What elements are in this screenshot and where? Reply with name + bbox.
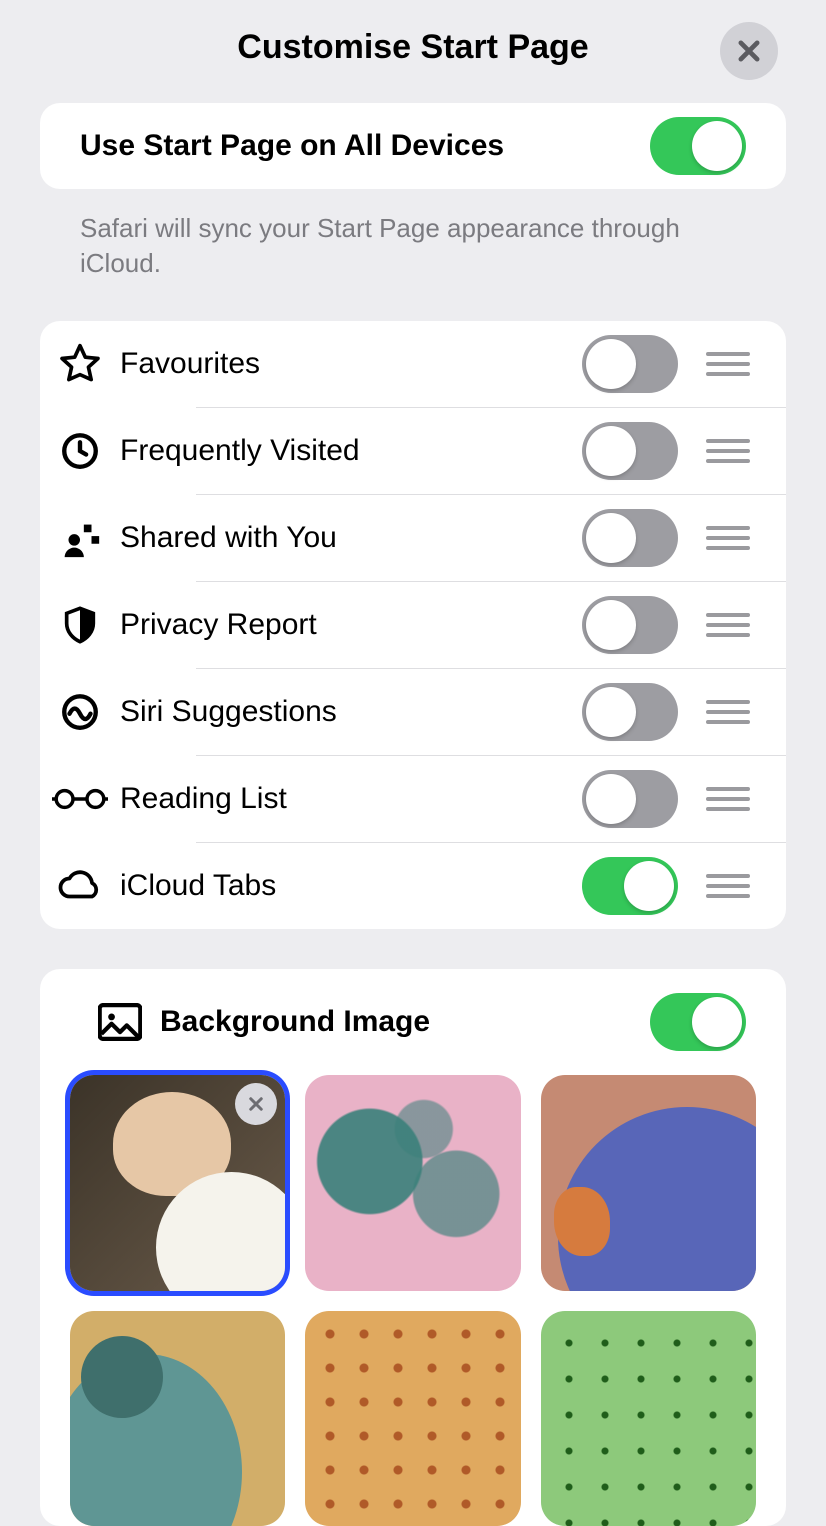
bg-thumb-dodo[interactable] (70, 1311, 285, 1526)
section-row-siri: Siri Suggestions (40, 669, 786, 755)
people-icon (40, 515, 120, 561)
bg-thumb-butterfly[interactable] (305, 1075, 520, 1290)
siri-toggle[interactable] (582, 683, 678, 741)
glasses-icon (40, 784, 120, 814)
shared-toggle[interactable] (582, 509, 678, 567)
background-toggle[interactable] (650, 993, 746, 1051)
section-label: Frequently Visited (120, 434, 582, 468)
reading-toggle[interactable] (582, 770, 678, 828)
image-icon (80, 1003, 160, 1041)
section-label: iCloud Tabs (120, 869, 582, 903)
drag-handle[interactable] (706, 700, 750, 724)
bg-thumb-user-photo[interactable] (70, 1075, 285, 1290)
section-label: Reading List (120, 782, 582, 816)
drag-handle[interactable] (706, 352, 750, 376)
section-label: Siri Suggestions (120, 695, 582, 729)
section-label: Privacy Report (120, 608, 582, 642)
section-row-icloud: iCloud Tabs (40, 843, 786, 929)
drag-handle[interactable] (706, 526, 750, 550)
section-row-shared: Shared with You (40, 495, 786, 581)
close-icon (247, 1095, 265, 1113)
section-label: Favourites (120, 347, 582, 381)
drag-handle[interactable] (706, 613, 750, 637)
page-title: Customise Start Page (237, 28, 588, 67)
star-icon (40, 342, 120, 386)
bg-thumb-green[interactable] (541, 1311, 756, 1526)
use-all-devices-label: Use Start Page on All Devices (80, 129, 650, 163)
icloud-toggle[interactable] (582, 857, 678, 915)
section-row-favourites: Favourites (40, 321, 786, 407)
close-button[interactable] (720, 22, 778, 80)
clock-icon (40, 430, 120, 472)
bg-thumb-bear[interactable] (541, 1075, 756, 1290)
use-all-devices-toggle[interactable] (650, 117, 746, 175)
section-row-frequent: Frequently Visited (40, 408, 786, 494)
section-row-reading: Reading List (40, 756, 786, 842)
drag-handle[interactable] (706, 874, 750, 898)
bg-thumb-dots[interactable] (305, 1311, 520, 1526)
drag-handle[interactable] (706, 787, 750, 811)
close-icon (735, 37, 763, 65)
privacy-toggle[interactable] (582, 596, 678, 654)
section-row-privacy: Privacy Report (40, 582, 786, 668)
cloud-icon (40, 868, 120, 904)
siri-icon (40, 691, 120, 733)
favourites-toggle[interactable] (582, 335, 678, 393)
sync-helper-text: Safari will sync your Start Page appeara… (40, 189, 786, 321)
section-label: Shared with You (120, 521, 582, 555)
drag-handle[interactable] (706, 439, 750, 463)
frequent-toggle[interactable] (582, 422, 678, 480)
background-label: Background Image (160, 1005, 650, 1039)
shield-icon (40, 603, 120, 647)
remove-photo-button[interactable] (235, 1083, 277, 1125)
